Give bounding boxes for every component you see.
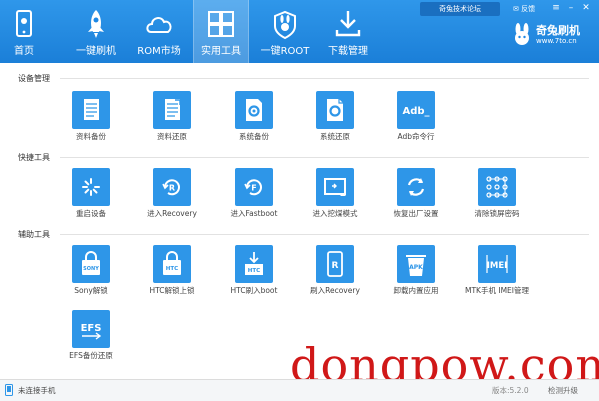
tool-htc-flash-boot[interactable]: HTC HTC刷入boot	[214, 245, 294, 305]
pattern-lock-icon	[478, 168, 516, 206]
lock-htc-icon: HTC	[153, 245, 191, 283]
svg-text:IMEI: IMEI	[487, 261, 508, 271]
feedback-label: 反馈	[521, 5, 536, 13]
tab-downloads[interactable]: 下载管理	[318, 0, 378, 63]
tab-tools-label: 实用工具	[201, 46, 241, 57]
rabbit-logo-icon	[515, 23, 529, 45]
screen-mode-icon	[316, 168, 354, 206]
tool-label: 清除锁屏密码	[474, 209, 520, 218]
tool-enter-recovery[interactable]: R 进入Recovery	[132, 168, 212, 228]
tab-downloads-label: 下载管理	[328, 46, 368, 57]
document-icon	[72, 91, 110, 129]
brand-url: www.7to.cn	[536, 37, 577, 45]
tab-root-label: 一键ROOT	[260, 46, 310, 57]
connection-status: 未连接手机	[18, 386, 56, 395]
system-gear-icon	[235, 91, 273, 129]
check-update-link[interactable]: 检测升级	[548, 385, 578, 396]
tool-enter-mining-mode[interactable]: 进入挖煤模式	[295, 168, 375, 228]
section-title-auxiliary: 辅助工具	[18, 230, 50, 239]
tool-htc-unlock[interactable]: HTC HTC解锁上锁	[132, 245, 212, 305]
tab-rom-market[interactable]: ROM市场	[132, 0, 186, 63]
tool-label: MTK手机 IMEI管理	[465, 286, 529, 295]
section-divider	[60, 234, 589, 235]
status-bar: 未连接手机 版本:5.2.0 检测升级	[0, 379, 599, 401]
svg-text:HTC: HTC	[248, 268, 260, 274]
version-label: 版本:5.2.0	[492, 386, 529, 395]
tab-root[interactable]: 一键ROOT	[255, 0, 315, 63]
tool-reboot[interactable]: 重启设备	[51, 168, 131, 228]
tools-grid-icon	[208, 11, 234, 37]
tool-adb-shell[interactable]: Adb_ Adb命令行	[376, 91, 456, 151]
document-restore-icon	[153, 91, 191, 129]
minimize-icon[interactable]: –	[565, 2, 577, 14]
tool-data-backup[interactable]: 资料备份	[51, 91, 131, 151]
imei-icon: IMEI	[478, 245, 516, 283]
rocket-icon	[88, 10, 104, 38]
phone-icon	[16, 10, 32, 37]
tool-sony-unlock[interactable]: SONY Sony解锁	[51, 245, 131, 305]
htc-download-icon: HTC	[235, 245, 273, 283]
tool-factory-reset[interactable]: 恢复出厂设置	[376, 168, 456, 228]
tab-tools[interactable]: 实用工具	[193, 0, 249, 63]
feedback-icon: ✉	[513, 5, 522, 13]
tab-home-label: 首页	[14, 46, 34, 57]
svg-text:R: R	[332, 261, 339, 271]
recovery-icon: R	[153, 168, 191, 206]
refresh-icon	[397, 168, 435, 206]
tab-home[interactable]: 首页	[0, 0, 48, 63]
tool-label: EFS备份还原	[69, 351, 113, 360]
tool-clear-lock-password[interactable]: 清除锁屏密码	[457, 168, 537, 228]
tool-uninstall-system-apps[interactable]: APK 卸载内置应用	[376, 245, 456, 305]
svg-text:Adb_: Adb_	[402, 106, 429, 117]
section-divider	[60, 78, 589, 79]
tab-flash-label: 一键刷机	[76, 46, 116, 57]
tool-data-restore[interactable]: 资料还原	[132, 91, 212, 151]
tab-rom-market-label: ROM市场	[137, 46, 181, 57]
tool-mtk-imei[interactable]: IMEI MTK手机 IMEI管理	[457, 245, 537, 305]
phone-status-icon	[5, 384, 13, 396]
lock-sony-icon: SONY	[72, 245, 110, 283]
svg-text:F: F	[251, 184, 256, 193]
phone-recovery-icon: R	[316, 245, 354, 283]
efs-icon: EFS	[72, 310, 110, 348]
adb-terminal-icon: Adb_	[397, 91, 435, 129]
section-divider	[60, 157, 589, 158]
tool-flash-recovery[interactable]: R 刷入Recovery	[295, 245, 375, 305]
svg-text:APK: APK	[409, 264, 423, 271]
tab-flash[interactable]: 一键刷机	[68, 0, 124, 63]
close-icon[interactable]: ✕	[580, 2, 592, 14]
top-nav-bar: 奇兔技术论坛 ✉ 反馈 ≡ – ✕ 首页 一键刷机 ROM市场 实用工具 一键R…	[0, 0, 599, 63]
feedback-link[interactable]: ✉ 反馈	[513, 2, 535, 16]
section-title-shortcuts: 快捷工具	[18, 153, 50, 162]
tool-enter-fastboot[interactable]: F 进入Fastboot	[214, 168, 294, 228]
tool-label: Adb命令行	[397, 132, 435, 141]
system-restore-icon	[316, 91, 354, 129]
menu-icon[interactable]: ≡	[550, 2, 562, 14]
brand-name: 奇兔刷机	[536, 24, 580, 37]
rabbit-shield-icon	[274, 10, 296, 40]
tool-efs-backup[interactable]: EFS EFS备份还原	[51, 310, 131, 370]
svg-text:R: R	[169, 184, 175, 193]
apk-trash-icon: APK	[397, 245, 435, 283]
cloud-icon	[146, 17, 172, 33]
tool-system-backup[interactable]: 系统备份	[214, 91, 294, 151]
section-title-device: 设备管理	[18, 74, 50, 83]
svg-text:SONY: SONY	[83, 266, 99, 272]
svg-text:HTC: HTC	[166, 266, 178, 272]
brand-logo: 奇兔刷机 www.7to.cn	[508, 20, 594, 50]
spinner-icon	[72, 168, 110, 206]
download-icon	[335, 11, 361, 37]
fastboot-icon: F	[235, 168, 273, 206]
svg-text:EFS: EFS	[81, 323, 102, 334]
forum-link[interactable]: 奇兔技术论坛	[420, 2, 500, 16]
tool-system-restore[interactable]: 系统还原	[295, 91, 375, 151]
